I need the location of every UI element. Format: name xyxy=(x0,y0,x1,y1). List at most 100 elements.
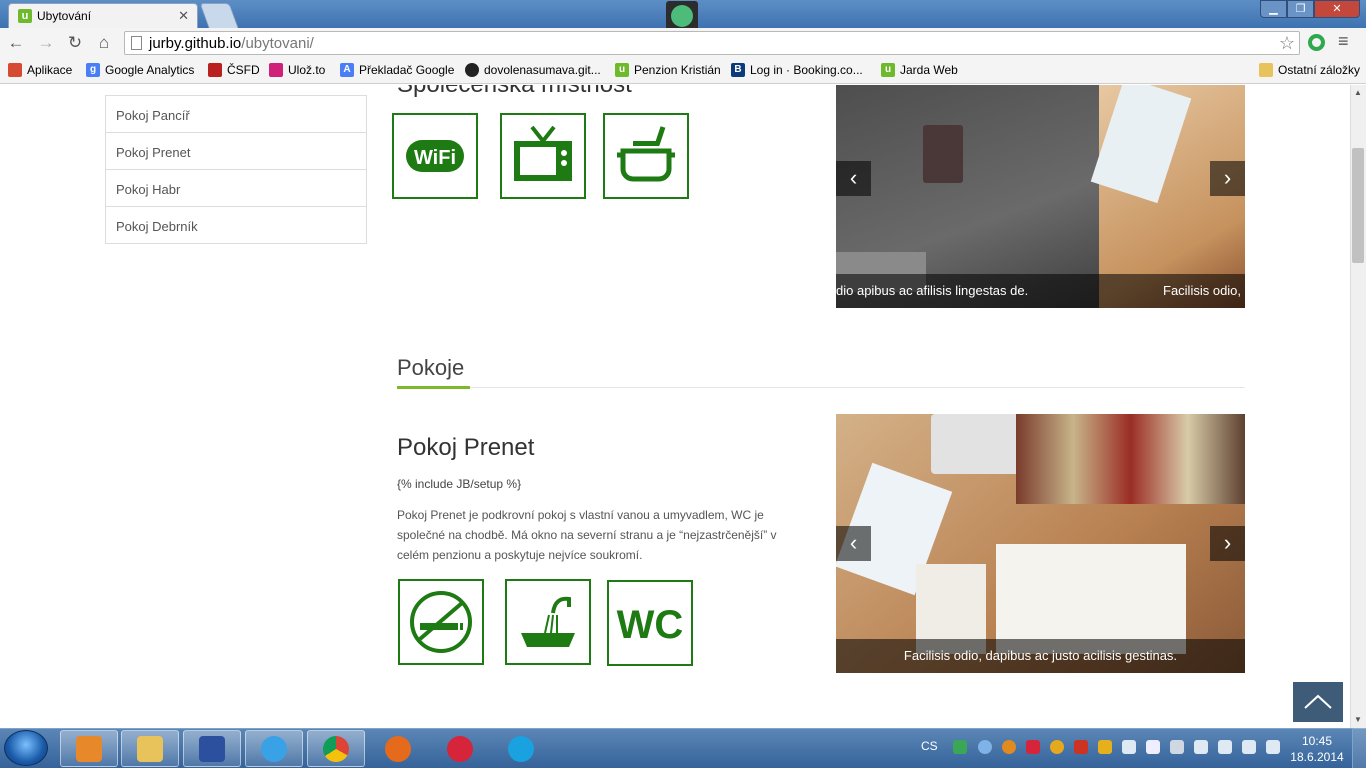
bookmark-google-analytics[interactable]: g Google Analytics xyxy=(86,63,194,77)
home-icon[interactable]: ⌂ xyxy=(93,32,115,54)
section-heading-pokoje: Pokoje xyxy=(397,355,465,380)
start-button[interactable] xyxy=(4,730,48,766)
slider-caption: Facilisis odio, dapibus ac justo acilisi… xyxy=(836,639,1245,673)
github-icon xyxy=(465,63,479,77)
section-title-spolecenska: Společenská místnost xyxy=(397,85,632,99)
outlook-icon[interactable] xyxy=(60,730,118,767)
page-viewport: Pokoj Pancíř Pokoj Prenet Pokoj Habr Pok… xyxy=(0,85,1350,728)
bathtub-icon xyxy=(505,579,591,665)
internet-explorer-icon[interactable] xyxy=(245,730,303,767)
globe-tray-icon[interactable] xyxy=(978,740,992,754)
u-icon: u xyxy=(881,63,895,77)
tab-ubytovani[interactable]: u Ubytování ✕ xyxy=(8,3,198,28)
site-favicon-icon: u xyxy=(18,9,32,23)
clock-date: 18.6.2014 xyxy=(1290,750,1344,764)
section-heading-underline xyxy=(397,386,470,389)
devices-tray-icon[interactable] xyxy=(1194,740,1208,754)
slider-next-button[interactable]: › xyxy=(1210,526,1245,561)
p-app-icon[interactable] xyxy=(431,730,489,767)
language-indicator[interactable]: CS xyxy=(921,739,938,753)
camera-tray-icon[interactable] xyxy=(1146,740,1160,754)
menu-icon[interactable]: ≡ xyxy=(1338,32,1356,51)
volume-icon[interactable] xyxy=(1242,740,1256,754)
settings-tray-icon[interactable] xyxy=(1170,740,1184,754)
google-icon: g xyxy=(86,63,100,77)
bookmark-booking[interactable]: B Log in · Booking.co... xyxy=(731,63,863,77)
bookmark-aplikace[interactable]: Aplikace xyxy=(8,63,72,77)
database-tray-icon[interactable] xyxy=(1122,740,1136,754)
bookmark-prekladac[interactable]: A Překladač Google xyxy=(340,63,454,77)
cloud-extension-icon[interactable] xyxy=(666,1,698,31)
network-tray-icon[interactable] xyxy=(1218,740,1232,754)
slider-prev-button[interactable]: ‹ xyxy=(836,526,871,561)
books-shape xyxy=(1016,414,1245,504)
firefox-icon[interactable] xyxy=(369,730,427,767)
reload-icon[interactable]: ↻ xyxy=(64,32,86,54)
booking-icon: B xyxy=(731,63,745,77)
room-list-item-pancir[interactable]: Pokoj Pancíř xyxy=(106,95,366,132)
sync-tray-icon[interactable] xyxy=(1002,740,1016,754)
minimize-button[interactable]: ▁ xyxy=(1260,0,1287,18)
back-to-top-button[interactable] xyxy=(1293,682,1343,722)
page-icon xyxy=(131,36,142,50)
bookmark-dovolenasumava[interactable]: dovolenasumava.git... xyxy=(465,63,601,77)
image-slider-common-room[interactable]: ‹ › dio apibus ac afilisis lingestas de.… xyxy=(836,85,1245,308)
scroll-up-arrow-icon[interactable]: ▲ xyxy=(1350,85,1366,101)
slider-caption-bar: dio apibus ac afilisis lingestas de. Fac… xyxy=(836,274,1245,308)
room-setup-text: {% include JB/setup %} xyxy=(397,477,522,491)
badge-tray-icon[interactable] xyxy=(1098,740,1112,754)
explorer-icon[interactable] xyxy=(121,730,179,767)
extension-circle-icon[interactable] xyxy=(1308,34,1325,51)
back-arrow-icon[interactable]: ← xyxy=(5,32,27,54)
skype-icon[interactable] xyxy=(492,730,550,767)
bookmark-other-folder[interactable]: Ostatní záložky xyxy=(1259,63,1360,77)
bookmark-csfd[interactable]: ČSFD xyxy=(208,63,260,77)
apps-grid-icon xyxy=(8,63,22,77)
close-window-button[interactable]: ✕ xyxy=(1314,0,1360,18)
bookmark-jarda-web[interactable]: u Jarda Web xyxy=(881,63,958,77)
tv-icon xyxy=(500,113,586,199)
tab-close-icon[interactable]: ✕ xyxy=(178,8,189,24)
chevron-up-icon xyxy=(1304,694,1332,709)
slider-caption-right: Facilisis odio, xyxy=(1163,283,1242,298)
scrollbar-thumb[interactable] xyxy=(1352,148,1364,263)
ulozto-icon xyxy=(269,63,283,77)
maximize-button[interactable]: ❐ xyxy=(1287,0,1314,18)
wifi-icon: WiFi xyxy=(392,113,478,199)
save-icon[interactable] xyxy=(183,730,241,767)
slider-next-button[interactable]: › xyxy=(1210,161,1245,196)
scroll-down-arrow-icon[interactable]: ▼ xyxy=(1350,712,1366,728)
drive-tray-icon[interactable] xyxy=(953,740,967,754)
notebook-shape xyxy=(923,125,963,183)
chrome-icon[interactable] xyxy=(307,730,365,767)
room-description: Pokoj Prenet je podkrovní pokoj s vlastn… xyxy=(397,508,777,562)
show-desktop-button[interactable] xyxy=(1352,728,1366,768)
csfd-icon xyxy=(208,63,222,77)
clock[interactable]: 10:45 18.6.2014 xyxy=(1290,733,1344,765)
bookmark-star-icon[interactable]: ☆ xyxy=(1279,33,1295,54)
bookmarks-bar: Aplikace g Google Analytics ČSFD Ulož.to … xyxy=(0,58,1366,84)
folder-icon xyxy=(1259,63,1273,77)
url-text: jurby.github.io/ubytovani/ xyxy=(149,35,314,52)
flag-icon[interactable] xyxy=(1266,740,1280,754)
wc-icon: WC xyxy=(607,580,693,666)
bookmark-ulozto[interactable]: Ulož.to xyxy=(269,63,325,77)
slider-prev-button[interactable]: ‹ xyxy=(836,161,871,196)
svg-text:WC: WC xyxy=(617,603,684,647)
room-list-item-habr[interactable]: Pokoj Habr xyxy=(106,169,366,206)
no-smoking-icon xyxy=(398,579,484,665)
bookmark-penzion-kristian[interactable]: u Penzion Kristián xyxy=(615,63,721,77)
image-slider-prenet[interactable]: ‹ › Facilisis odio, dapibus ac justo aci… xyxy=(836,414,1245,673)
forward-arrow-icon[interactable]: → xyxy=(35,32,57,54)
open-magazine-shape xyxy=(996,544,1186,654)
slider-caption-left: dio apibus ac afilisis lingestas de. xyxy=(836,283,1029,298)
shield-tray-icon[interactable] xyxy=(1074,740,1088,754)
plus-tray-icon[interactable] xyxy=(1050,740,1064,754)
p-tray-icon[interactable] xyxy=(1026,740,1040,754)
u-icon: u xyxy=(615,63,629,77)
room-list-item-debrnik[interactable]: Pokoj Debrník xyxy=(106,206,366,243)
room-list: Pokoj Pancíř Pokoj Prenet Pokoj Habr Pok… xyxy=(105,95,367,244)
address-bar[interactable]: jurby.github.io/ubytovani/ ☆ xyxy=(124,31,1300,55)
translate-icon: A xyxy=(340,63,354,77)
room-list-item-prenet[interactable]: Pokoj Prenet xyxy=(106,132,366,169)
